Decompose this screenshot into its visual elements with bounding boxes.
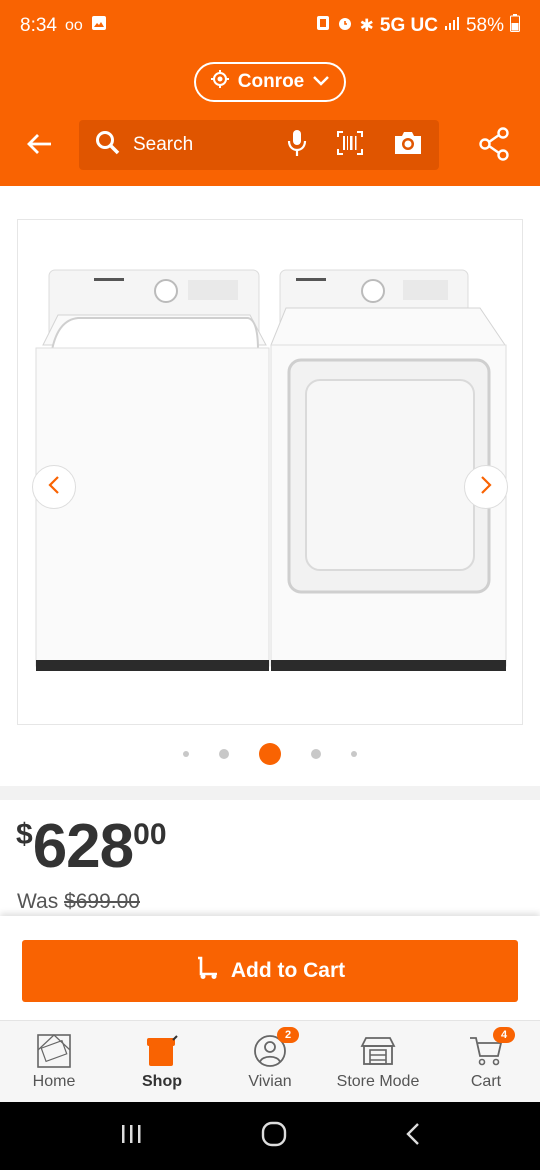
home-nav-icon[interactable] xyxy=(261,1121,287,1152)
chevron-right-icon xyxy=(480,475,492,500)
microphone-icon[interactable] xyxy=(287,129,307,162)
bottom-tab-bar: Home Shop 2 Vivian Store Mode 4 Cart xyxy=(0,1020,540,1102)
bluetooth-icon: ✱ xyxy=(359,16,374,35)
user-icon: 2 xyxy=(253,1026,299,1069)
tab-cart-label: Cart xyxy=(470,1072,502,1090)
alarm-icon xyxy=(336,14,354,38)
status-time: 8:34 xyxy=(20,15,57,36)
account-badge: 2 xyxy=(277,1026,299,1043)
tab-account-label: Vivian xyxy=(248,1072,292,1090)
hand-truck-icon xyxy=(195,956,219,986)
battery-icon xyxy=(510,14,520,38)
back-nav-icon[interactable] xyxy=(405,1122,421,1151)
chevron-left-icon xyxy=(48,475,60,500)
tab-home-label: Home xyxy=(32,1072,76,1090)
search-bar[interactable]: Search xyxy=(79,120,439,170)
product-image-gallery[interactable] xyxy=(17,219,523,725)
store-icon xyxy=(360,1033,396,1069)
was-price-value: $699.00 xyxy=(64,890,140,913)
gallery-notification-icon xyxy=(91,15,107,37)
system-navigation-bar xyxy=(0,1102,540,1170)
signal-icon xyxy=(444,15,460,37)
gallery-dot-active[interactable] xyxy=(259,743,281,765)
tab-store-mode[interactable]: Store Mode xyxy=(324,1021,432,1102)
home-depot-logo-icon xyxy=(36,1033,72,1069)
gallery-next-button[interactable] xyxy=(464,465,508,509)
recent-apps-icon[interactable] xyxy=(119,1123,143,1150)
tab-shop-label: Shop xyxy=(142,1072,182,1090)
tab-shop[interactable]: Shop xyxy=(108,1021,216,1102)
tab-cart[interactable]: 4 Cart xyxy=(432,1021,540,1102)
cart-badge: 4 xyxy=(493,1026,515,1043)
add-to-cart-label: Add to Cart xyxy=(230,959,346,982)
paint-bucket-icon xyxy=(145,1033,179,1069)
section-divider xyxy=(0,786,540,800)
search-icon xyxy=(95,130,121,161)
gallery-dot[interactable] xyxy=(351,751,357,757)
gallery-dot[interactable] xyxy=(311,749,321,759)
gallery-prev-button[interactable] xyxy=(32,465,76,509)
chevron-down-icon xyxy=(312,71,330,93)
gallery-pagination xyxy=(0,740,540,768)
network-label: 5G UC xyxy=(379,15,438,36)
store-selector[interactable]: Conroe xyxy=(194,62,346,102)
back-button[interactable] xyxy=(20,128,60,164)
product-price: $ 628 00 xyxy=(16,812,167,882)
price-cents: 00 xyxy=(133,818,167,851)
price-dollars: 628 xyxy=(32,812,134,881)
share-button[interactable] xyxy=(474,126,514,166)
tab-account[interactable]: 2 Vivian xyxy=(216,1021,324,1102)
product-image-washer-dryer xyxy=(35,269,507,671)
location-target-icon xyxy=(210,69,230,95)
camera-icon[interactable] xyxy=(393,130,423,161)
status-bar: 8:34 oo ✱ 5G UC 58% xyxy=(0,0,540,52)
store-name: Conroe xyxy=(237,71,305,92)
price-currency: $ xyxy=(16,818,33,851)
gallery-dot[interactable] xyxy=(219,749,229,759)
was-price: Was $699.00 xyxy=(17,890,140,914)
battery-percent: 58% xyxy=(465,15,504,36)
nfc-icon xyxy=(316,15,330,37)
app-header: Conroe Search xyxy=(0,52,540,186)
gallery-dot[interactable] xyxy=(183,751,189,757)
tab-home[interactable]: Home xyxy=(0,1021,108,1102)
voicemail-icon: oo xyxy=(64,17,83,34)
add-to-cart-bar: Add to Cart xyxy=(0,916,540,1020)
barcode-scanner-icon[interactable] xyxy=(337,130,363,160)
share-icon xyxy=(478,126,510,166)
add-to-cart-button[interactable]: Add to Cart xyxy=(22,940,518,1002)
cart-icon: 4 xyxy=(469,1026,515,1069)
search-placeholder: Search xyxy=(133,134,194,155)
back-arrow-icon xyxy=(27,133,53,160)
was-label: Was xyxy=(17,890,59,913)
tab-store-mode-label: Store Mode xyxy=(336,1072,420,1090)
